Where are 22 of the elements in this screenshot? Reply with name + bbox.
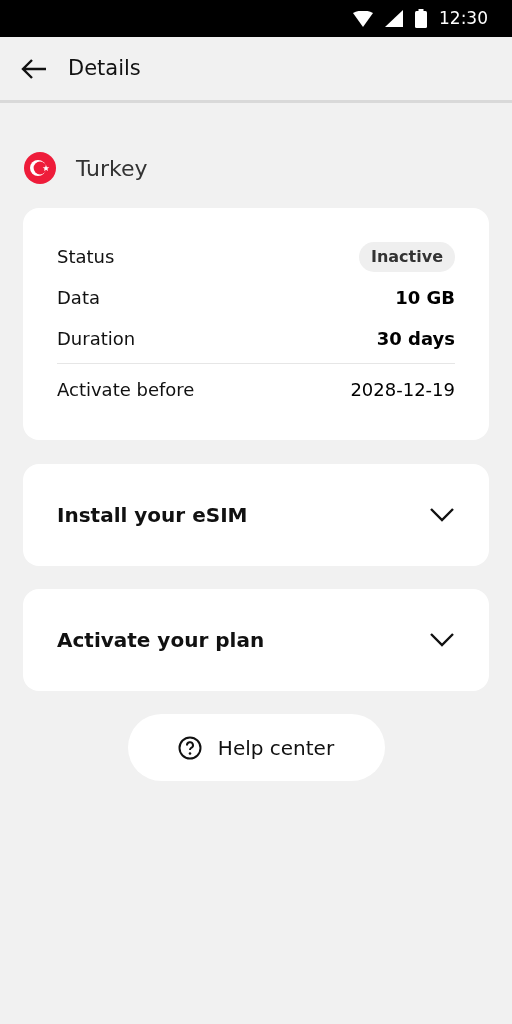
accordion-header[interactable]: Activate your plan bbox=[23, 589, 489, 691]
help-icon bbox=[177, 735, 202, 760]
status-badge: Inactive bbox=[358, 241, 455, 272]
back-arrow-icon bbox=[21, 58, 47, 79]
clock: 12:30 bbox=[439, 6, 488, 30]
battery-icon bbox=[415, 9, 427, 28]
wifi-icon bbox=[353, 10, 373, 27]
chevron-down-icon bbox=[429, 507, 455, 523]
detail-value: 10 GB bbox=[395, 286, 455, 310]
signal-icon bbox=[385, 10, 403, 27]
page-title: Details bbox=[68, 54, 141, 82]
help-center-button[interactable]: Help center bbox=[127, 714, 385, 781]
chevron-down-icon bbox=[429, 632, 455, 648]
accordion-header[interactable]: Install your eSIM bbox=[23, 464, 489, 566]
detail-value: 30 days bbox=[376, 327, 455, 351]
detail-label: Duration bbox=[57, 327, 136, 351]
detail-label: Status bbox=[57, 245, 115, 269]
detail-value: 2028-12-19 bbox=[350, 377, 455, 402]
country-name: Turkey bbox=[76, 154, 148, 183]
detail-label: Activate before bbox=[57, 377, 195, 402]
detail-label: Data bbox=[57, 286, 100, 310]
turkey-flag-icon bbox=[24, 152, 56, 184]
